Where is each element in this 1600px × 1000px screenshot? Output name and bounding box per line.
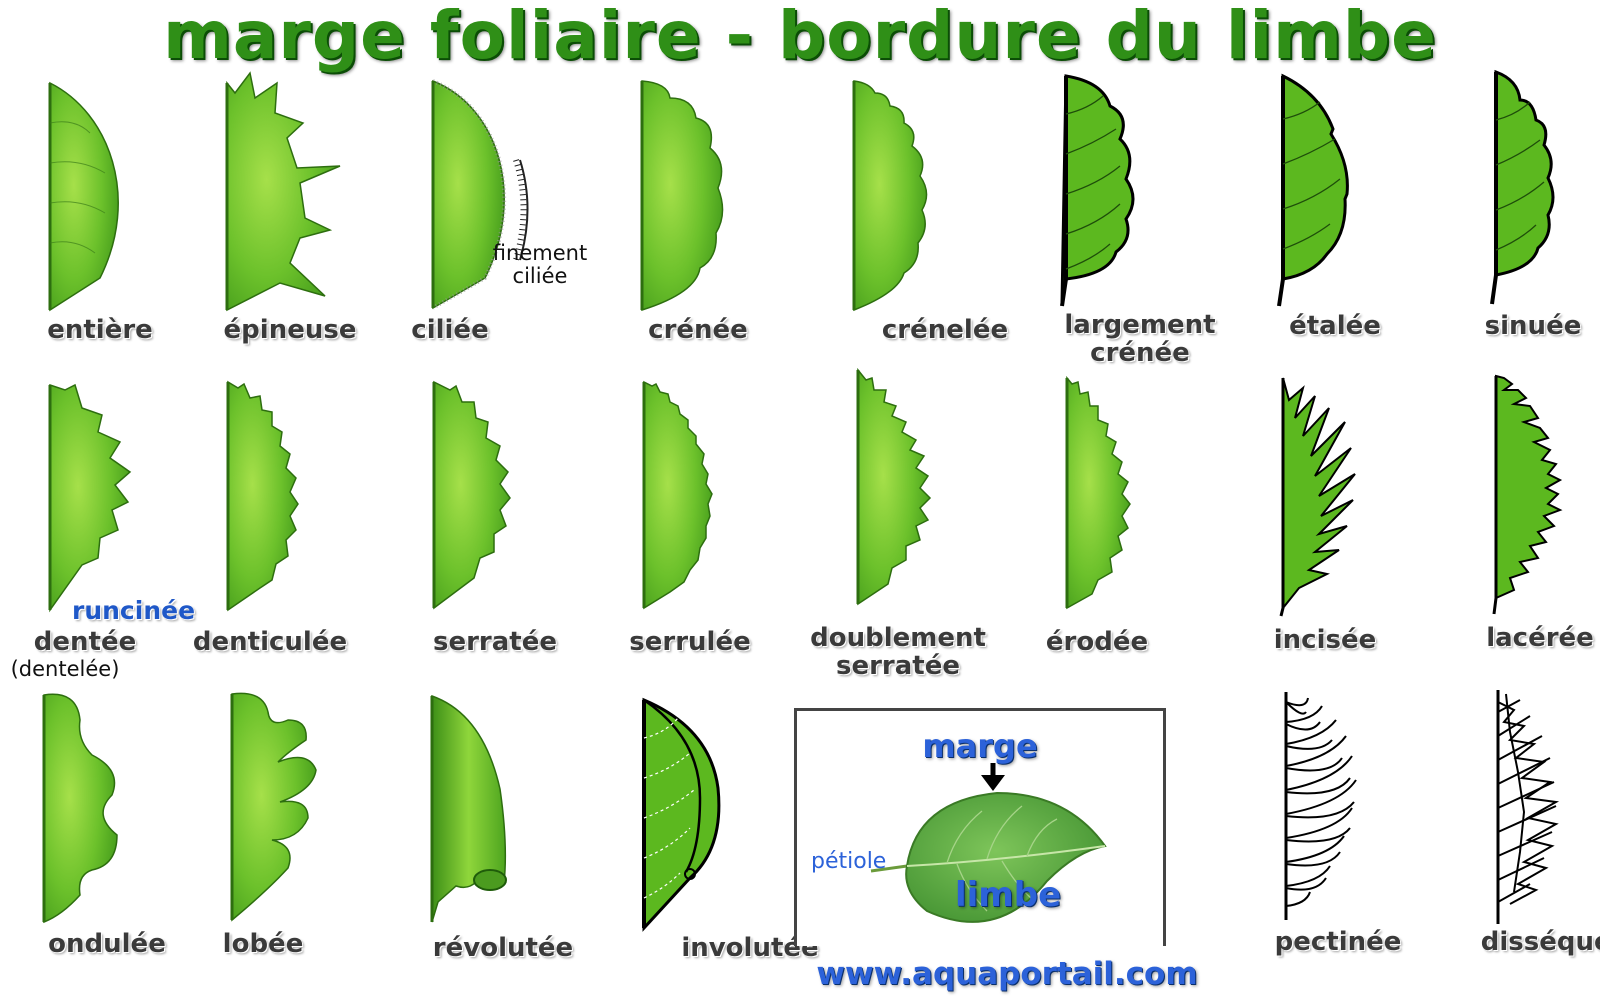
label-erodee: érodée [1045, 627, 1149, 657]
note-finement-line1: finement [492, 241, 588, 265]
leaf-anatomy-inset: marge pétiole limbe [794, 708, 1166, 946]
label-serratee: serratée [433, 627, 557, 657]
leaf-doublement-serratee-shape [856, 367, 932, 606]
leaf-sinuee-shape [1490, 69, 1555, 305]
leaf-laceree-shape [1492, 374, 1563, 615]
label-doublement-serratee: doublement serratée [778, 624, 1018, 680]
website-url[interactable]: www.aquaportail.com [782, 956, 1232, 992]
page-title: marge foliaire - bordure du limbe [163, 0, 1437, 74]
note-finement: finement ciliée [480, 242, 600, 288]
label-crenee: crénée [648, 315, 748, 345]
leaf-crenelee-shape [852, 80, 928, 312]
leaf-entiere-shape [48, 81, 119, 312]
leaf-lobee-shape [230, 692, 317, 922]
leaf-dentee-shape [48, 383, 132, 613]
leaf-dissequee-shape [1496, 690, 1560, 924]
label-largement-crenee-line1: largement [1064, 310, 1216, 340]
label-lobee: lobée [222, 929, 304, 959]
label-entiere: entière [47, 315, 153, 345]
inset-petiole-label: pétiole [811, 849, 887, 874]
leaf-ciliee-shape [431, 79, 529, 310]
label-largement-crenee: largement crénée [1030, 311, 1250, 367]
note-finement-line2: ciliée [512, 264, 568, 288]
label-pectinee: pectinée [1274, 927, 1402, 957]
leaf-ondulee-shape [42, 693, 118, 924]
leaf-crenee-shape [640, 80, 724, 312]
arrow-down-icon [981, 775, 1005, 791]
label-doublement-serratee-line2: serratée [836, 651, 960, 681]
label-doublement-serratee-line1: doublement [810, 623, 986, 653]
label-runcinee: runcinée [72, 596, 196, 625]
label-dissequee: disséquée [1480, 927, 1600, 957]
label-revolutee: révolutée [432, 933, 574, 963]
leaf-incisee-shape [1279, 377, 1356, 617]
label-largement-crenee-line2: crénée [1090, 338, 1190, 368]
label-serrulee: serrulée [629, 627, 751, 657]
inset-limbe-label: limbe [955, 875, 1062, 915]
leaf-serrulee-shape [642, 380, 713, 610]
label-crenelee: crénelée [881, 315, 1009, 345]
label-laceree: lacérée [1486, 623, 1594, 653]
leaf-etalee-shape [1277, 73, 1349, 307]
label-incisee: incisée [1273, 625, 1377, 655]
note-dentelee: (dentelée) [10, 657, 120, 681]
leaf-erodee-shape [1065, 375, 1131, 610]
label-ciliee: ciliée [411, 315, 489, 345]
leaf-epineuse-shape [225, 71, 341, 312]
leaf-largement-crenee-shape [1060, 74, 1135, 307]
leaf-pectinee-shape [1284, 692, 1357, 920]
label-sinuee: sinuée [1484, 311, 1582, 341]
leaf-serratee-shape [432, 380, 511, 610]
leaf-revolutee-shape [430, 694, 507, 923]
leaf-denticulee-shape [226, 380, 299, 612]
label-etalee: étalée [1289, 311, 1381, 341]
label-denticulee: denticulée [192, 627, 348, 657]
